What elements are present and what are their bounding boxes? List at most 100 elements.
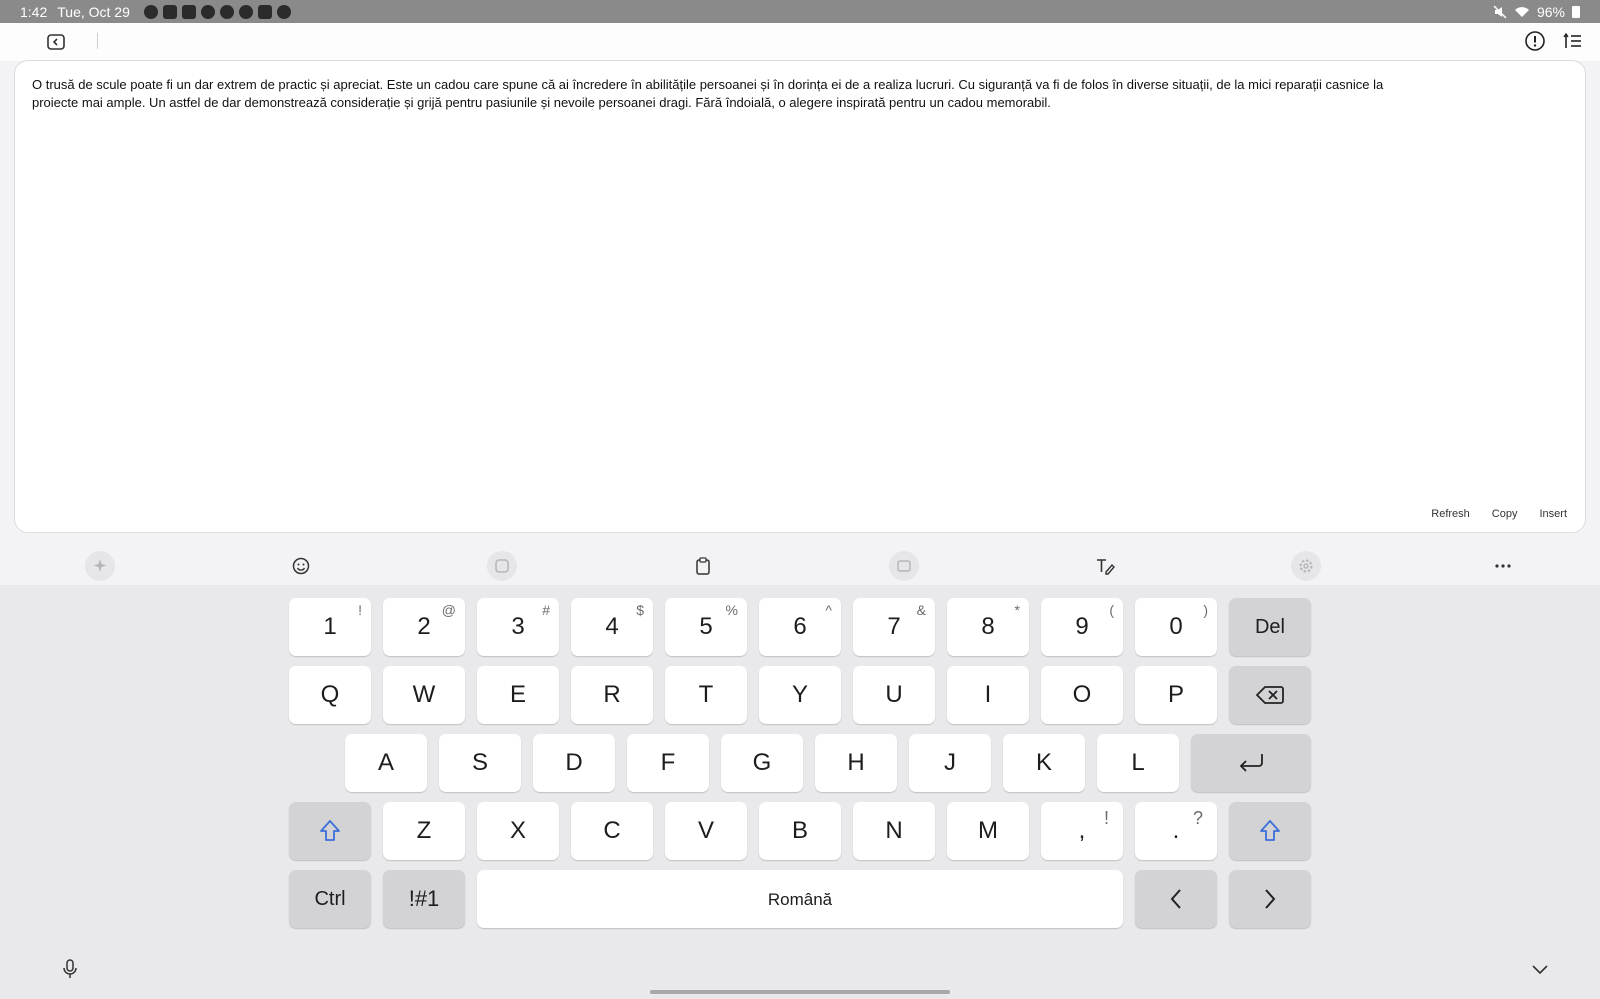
key-j[interactable]: J xyxy=(909,734,991,792)
clock: 1:42 xyxy=(20,3,48,20)
emoji-icon xyxy=(292,557,310,575)
key-m[interactable]: M xyxy=(947,802,1029,860)
copy-button[interactable]: Copy xyxy=(1492,508,1518,520)
key-4[interactable]: 4 $ xyxy=(571,598,653,656)
key-a[interactable]: A xyxy=(345,734,427,792)
sparkle-icon xyxy=(93,559,107,572)
shift-icon xyxy=(320,820,340,841)
key-0[interactable]: 0) xyxy=(1135,598,1217,656)
delete-key[interactable]: Del xyxy=(1229,598,1311,656)
key-d[interactable]: D xyxy=(533,734,615,792)
key-y[interactable]: Y xyxy=(759,666,841,724)
ai-tools-button[interactable] xyxy=(85,551,115,581)
key-q[interactable]: Q xyxy=(289,666,371,724)
gmail-icon xyxy=(162,4,177,19)
enter-key[interactable] xyxy=(1191,734,1311,792)
key-b[interactable]: B xyxy=(759,802,841,860)
key-r[interactable]: R xyxy=(571,666,653,724)
key-s[interactable]: S xyxy=(439,734,521,792)
key-t[interactable]: T xyxy=(665,666,747,724)
key-u[interactable]: U xyxy=(853,666,935,724)
key-f[interactable]: F xyxy=(627,734,709,792)
key-8[interactable]: 8 * xyxy=(947,598,1029,656)
key-c[interactable]: C xyxy=(571,802,653,860)
key-h[interactable]: H xyxy=(815,734,897,792)
panel-back-icon xyxy=(47,34,65,50)
more-options-button[interactable] xyxy=(1488,551,1518,581)
screen-icon xyxy=(897,560,911,572)
record-icon xyxy=(238,4,253,19)
key-2[interactable]: 2 @ xyxy=(383,598,465,656)
panel-actions: Refresh Copy Insert xyxy=(1431,508,1567,520)
home-indicator[interactable] xyxy=(650,990,950,994)
enter-icon xyxy=(1239,754,1263,772)
key-w[interactable]: W xyxy=(383,666,465,724)
key-period[interactable]: .? xyxy=(1135,802,1217,860)
microphone-icon xyxy=(63,959,77,978)
notification-icons xyxy=(143,4,291,19)
key-comma[interactable]: ,! xyxy=(1041,802,1123,860)
cursor-right-key[interactable] xyxy=(1229,870,1311,928)
camera-app-icon xyxy=(219,4,234,19)
status-bar: 1:42 Tue, Oct 29 96% xyxy=(0,0,1600,23)
mute-icon xyxy=(1493,4,1507,19)
key-l[interactable]: L xyxy=(1097,734,1179,792)
generated-text[interactable]: O trusă de scule poate fi un dar extrem … xyxy=(32,76,1432,112)
sticker-button[interactable] xyxy=(487,551,517,581)
key-k[interactable]: K xyxy=(1003,734,1085,792)
sticker-icon xyxy=(495,559,509,573)
keyboard-settings-button[interactable] xyxy=(1291,551,1321,581)
cursor-left-key[interactable] xyxy=(1135,870,1217,928)
key-i[interactable]: I xyxy=(947,666,1029,724)
key-e[interactable]: E xyxy=(477,666,559,724)
clipboard-icon xyxy=(696,557,710,575)
hide-keyboard-button[interactable] xyxy=(1528,957,1552,981)
back-button[interactable] xyxy=(44,31,68,53)
battery-icon xyxy=(1572,5,1580,18)
clipboard-button[interactable] xyxy=(688,551,718,581)
key-z[interactable]: Z xyxy=(383,802,465,860)
ctrl-key[interactable]: Ctrl xyxy=(289,870,371,928)
more-icon xyxy=(1495,564,1511,568)
voice-input-button[interactable] xyxy=(58,957,82,981)
handwriting-button[interactable] xyxy=(1090,551,1120,581)
key-7[interactable]: 7 & xyxy=(853,598,935,656)
shift-key-left[interactable] xyxy=(289,802,371,860)
key-o[interactable]: O xyxy=(1041,666,1123,724)
info-icon xyxy=(1525,31,1545,51)
key-p[interactable]: P xyxy=(1135,666,1217,724)
key-1[interactable]: 1! xyxy=(289,598,371,656)
key-x[interactable]: X xyxy=(477,802,559,860)
backspace-key[interactable] xyxy=(1229,666,1311,724)
chevron-right-icon xyxy=(1265,889,1276,909)
generated-text-panel: O trusă de scule poate fi un dar extrem … xyxy=(14,60,1586,533)
gear-icon xyxy=(1299,559,1313,573)
list-icon xyxy=(1563,32,1581,48)
emoji-button[interactable] xyxy=(286,551,316,581)
list-button[interactable] xyxy=(1562,30,1586,54)
refresh-button[interactable]: Refresh xyxy=(1431,508,1470,520)
fan-icon xyxy=(200,4,215,19)
wifi-icon xyxy=(1514,6,1529,17)
gallery-icon xyxy=(257,4,272,19)
date: Tue, Oct 29 xyxy=(57,3,130,20)
key-3[interactable]: 3 # xyxy=(477,598,559,656)
translate-button[interactable] xyxy=(889,551,919,581)
key-v[interactable]: V xyxy=(665,802,747,860)
key-6[interactable]: 6 ^ xyxy=(759,598,841,656)
settings-icon xyxy=(276,4,291,19)
shift-key-right[interactable] xyxy=(1229,802,1311,860)
key-9[interactable]: 9( xyxy=(1041,598,1123,656)
key-g[interactable]: G xyxy=(721,734,803,792)
keyboard-toolbar xyxy=(0,545,1600,585)
key-n[interactable]: N xyxy=(853,802,935,860)
skype-icon xyxy=(181,4,196,19)
top-app-bar xyxy=(0,23,1600,61)
keyboard: 1! 2 @ 3 # 4 $ 5% 6 ^ 7 & 8 * 9( 0) Del Q W E … xyxy=(0,585,1600,999)
key-5[interactable]: 5% xyxy=(665,598,747,656)
insert-button[interactable]: Insert xyxy=(1539,508,1567,520)
symbols-key[interactable]: !#1 xyxy=(383,870,465,928)
info-button[interactable] xyxy=(1524,30,1548,54)
toolbar-divider xyxy=(97,33,98,49)
space-bar[interactable]: Română xyxy=(477,870,1123,928)
